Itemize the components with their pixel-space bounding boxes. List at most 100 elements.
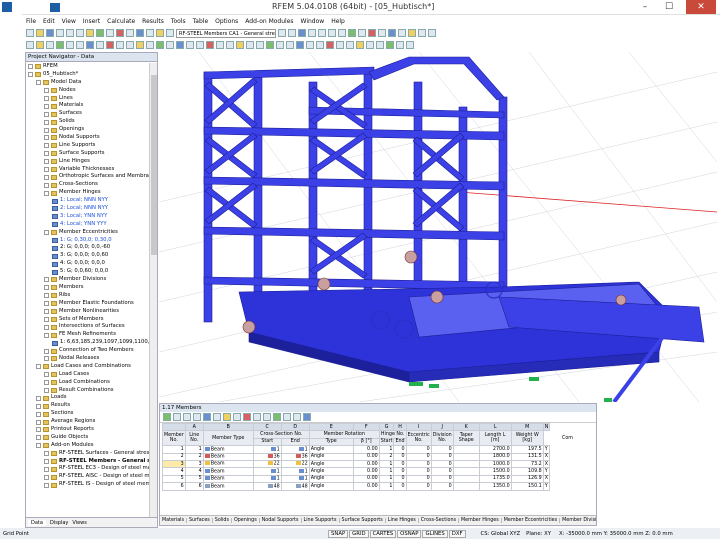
cell-div[interactable]: 0 — [430, 467, 454, 476]
table-row[interactable]: 2 2 Beam 36 36 Angle 0.00 2 0 0 0 1800.0 131.5 X — [162, 452, 551, 461]
cell-rot-type[interactable]: Angle — [308, 459, 354, 469]
table-function-icon[interactable] — [293, 413, 301, 421]
tree-item[interactable]: 1: G; 0,30,0; 0,30,0 — [26, 237, 150, 245]
cell-cs-start[interactable]: 1 — [252, 445, 282, 454]
tree-item[interactable]: Line Supports — [26, 142, 150, 150]
cell-length[interactable]: 1000.0 — [478, 459, 512, 469]
cell-h-start[interactable]: 1 — [378, 467, 395, 476]
module-case-select[interactable]: RF-STEEL Members CA1 - General stres — [176, 28, 276, 38]
expand-icon[interactable] — [44, 387, 49, 393]
cell-h-start[interactable]: 1 — [378, 445, 395, 454]
3d-model-view[interactable] — [159, 52, 717, 402]
expand-icon[interactable] — [44, 293, 49, 299]
cell-taper[interactable] — [452, 482, 480, 491]
table-tab[interactable]: Surface Supports — [340, 518, 386, 523]
expand-icon[interactable] — [36, 411, 41, 417]
tree-item[interactable]: 2: Local; NNN NYY — [26, 205, 150, 213]
comment-icon[interactable] — [346, 41, 354, 49]
dxf-toggle[interactable]: DXF — [448, 529, 466, 538]
support-icon[interactable] — [146, 41, 154, 49]
cell-rot-type[interactable]: Angle — [308, 474, 354, 484]
opening-icon[interactable] — [166, 41, 174, 49]
cell-h-start[interactable]: 1 — [378, 482, 395, 491]
loading-icon[interactable] — [196, 41, 204, 49]
coordinate-icon[interactable] — [386, 41, 394, 49]
rotate-icon[interactable] — [66, 41, 74, 49]
color-scale-icon[interactable] — [236, 41, 244, 49]
cell-no[interactable]: 6 — [162, 482, 186, 491]
expand-icon[interactable] — [44, 458, 49, 464]
menu-window[interactable]: Window — [301, 18, 325, 25]
cell-beta[interactable]: 0.00 — [352, 452, 380, 461]
clip-icon[interactable] — [276, 41, 284, 49]
cell-rot-type[interactable]: Angle — [308, 452, 354, 461]
cell-h-start[interactable]: 1 — [378, 474, 395, 484]
tree-item[interactable]: Openings — [26, 126, 150, 134]
cell-type[interactable]: Beam — [202, 445, 254, 454]
cell-h-end[interactable]: 0 — [393, 474, 407, 484]
next-case-icon[interactable] — [288, 29, 296, 37]
undo-icon[interactable] — [66, 29, 74, 37]
cell-ecc[interactable]: 0 — [405, 482, 432, 491]
view-x-icon[interactable] — [308, 29, 316, 37]
menu-help[interactable]: Help — [331, 18, 345, 25]
tree-item[interactable]: Load Cases — [26, 371, 150, 379]
expand-icon[interactable] — [36, 435, 41, 441]
tree-item[interactable]: Member Nonlinearities — [26, 308, 150, 316]
cell-weight[interactable]: 126.9 — [510, 474, 544, 484]
table-tab[interactable]: Surfaces — [187, 518, 213, 523]
deformation-icon[interactable] — [216, 41, 224, 49]
load-icon[interactable] — [408, 29, 416, 37]
delete-icon[interactable] — [106, 41, 114, 49]
visibility-icon[interactable] — [266, 41, 274, 49]
table-tab[interactable]: Nodal Supports — [260, 518, 302, 523]
results-icon[interactable] — [106, 29, 114, 37]
cell-line[interactable]: 4 — [184, 467, 204, 476]
tree-item[interactable]: Model Data — [26, 79, 150, 87]
cell-taper[interactable] — [452, 474, 480, 484]
solid-model-icon[interactable] — [296, 41, 304, 49]
table-tab[interactable]: Materials — [160, 518, 187, 523]
table-sort-icon[interactable] — [233, 413, 241, 421]
table-row[interactable]: 5 5 Beam 1 1 Angle 0.00 1 0 0 0 1735.0 126.9 X — [162, 474, 551, 484]
render-icon[interactable] — [136, 29, 144, 37]
cell-length[interactable]: 1800.0 — [478, 452, 512, 461]
expand-icon[interactable] — [44, 174, 49, 180]
solid-icon[interactable] — [398, 29, 406, 37]
tree-item[interactable]: Line Hinges — [26, 158, 150, 166]
display-icon[interactable] — [116, 29, 124, 37]
tree-item[interactable]: Solids — [26, 118, 150, 126]
surface-icon[interactable] — [388, 29, 396, 37]
cell-h-end[interactable]: 0 — [393, 467, 407, 476]
navigator-scrollbar[interactable] — [149, 63, 157, 517]
cell-beta[interactable]: 0.00 — [352, 467, 380, 476]
cell-cs-start[interactable]: 22 — [252, 459, 282, 469]
cell-weight[interactable]: 109.8 — [510, 467, 544, 476]
glines-toggle[interactable]: GLINES — [422, 529, 448, 538]
cell-no[interactable]: 5 — [162, 474, 186, 484]
cell-cs-start[interactable]: 1 — [252, 467, 282, 476]
cell-no[interactable]: 2 — [162, 452, 186, 461]
workplane-icon[interactable] — [376, 41, 384, 49]
system-icon[interactable] — [2, 2, 12, 12]
cell-cs-end[interactable]: 1 — [280, 445, 310, 454]
expand-icon[interactable] — [44, 182, 49, 188]
section-icon[interactable] — [256, 41, 264, 49]
cell-type[interactable]: Beam — [202, 474, 254, 484]
expand-icon[interactable] — [36, 80, 41, 86]
cell-line[interactable]: 5 — [184, 474, 204, 484]
tree-item[interactable]: Member Hinges — [26, 189, 150, 197]
table-first-icon[interactable] — [163, 413, 171, 421]
cell-div[interactable]: 0 — [430, 482, 454, 491]
cell-cs-end[interactable]: 1 — [280, 474, 310, 484]
tree-item[interactable]: Sections — [26, 410, 150, 418]
tree-item[interactable]: Orthotropic Surfaces and Membra — [26, 173, 150, 181]
expand-icon[interactable] — [44, 96, 49, 101]
lighting-icon[interactable] — [316, 41, 324, 49]
tree-item[interactable]: Members — [26, 284, 150, 292]
tree-item[interactable]: 2: G; 0,0,0; 0,0,-60 — [26, 244, 150, 252]
menu-options[interactable]: Options — [215, 18, 238, 25]
cell-ecc[interactable]: 0 — [405, 459, 432, 469]
expand-icon[interactable] — [44, 348, 49, 354]
table-row[interactable]: 6 6 Beam 48 48 Angle 0.00 1 0 0 0 1350.0 150.1 Y — [162, 482, 551, 491]
